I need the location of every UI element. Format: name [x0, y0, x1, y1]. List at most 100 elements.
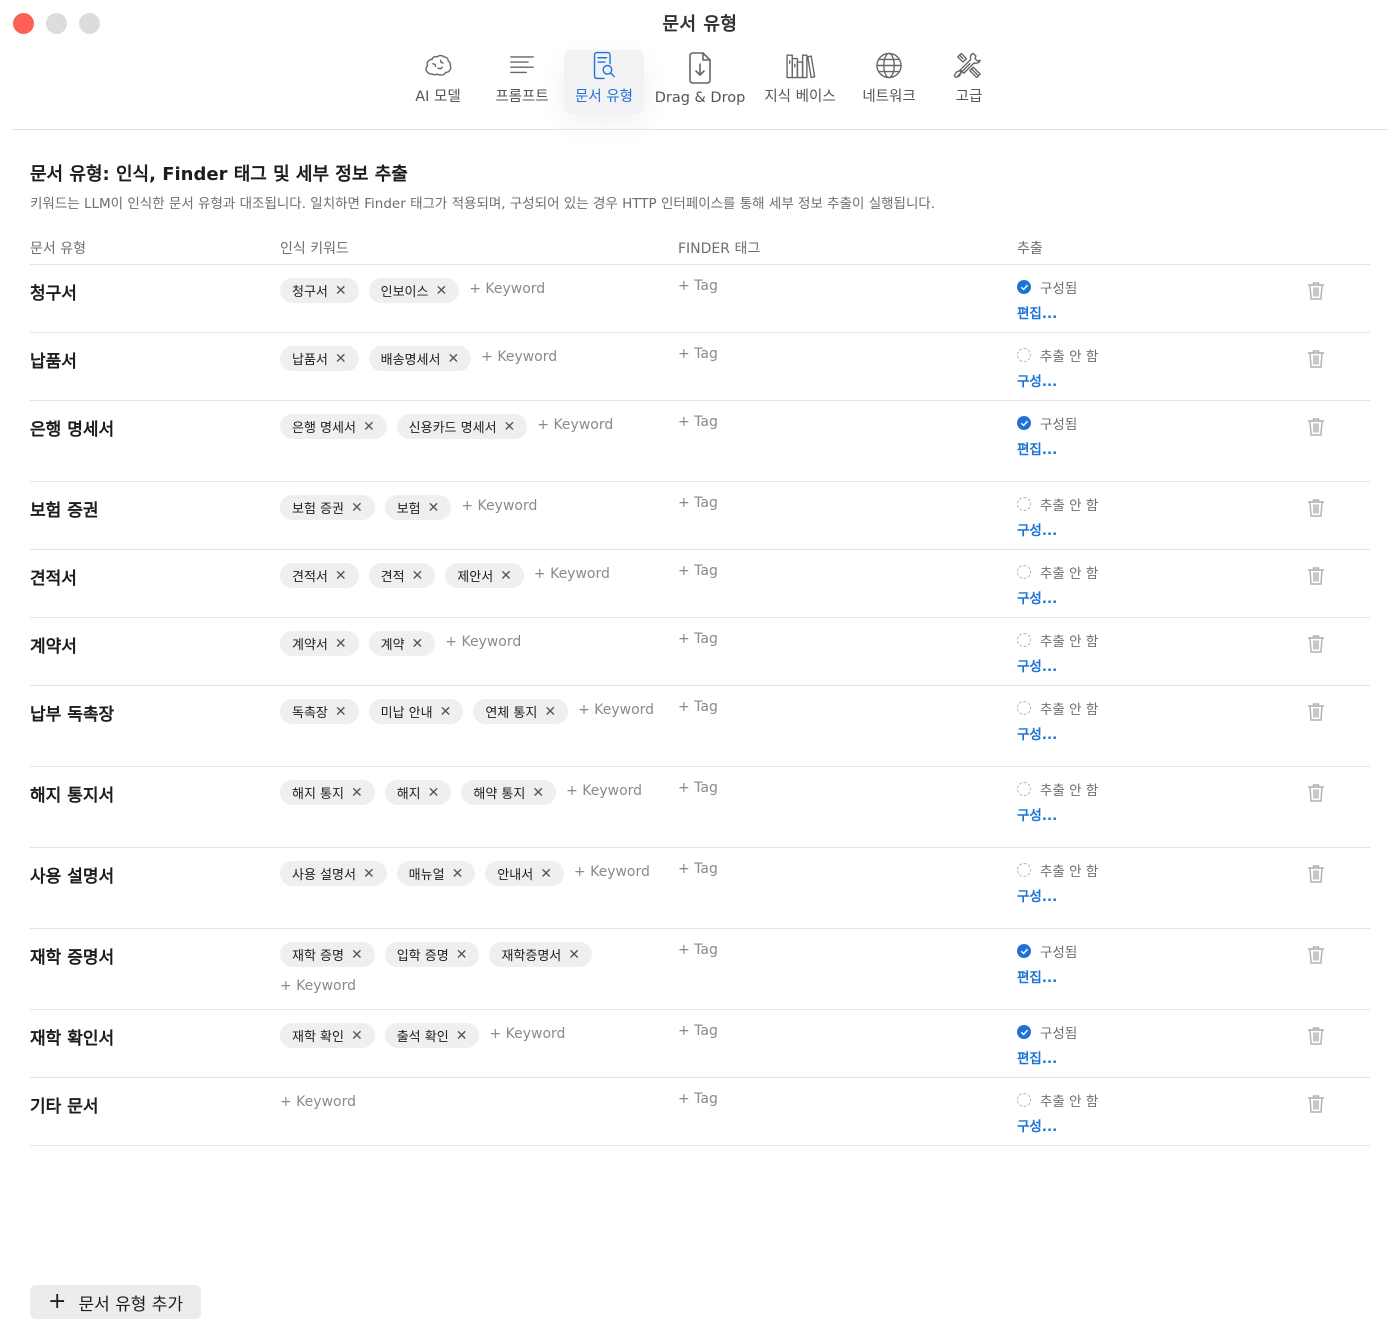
configure-extraction-link[interactable]: 구성... [1017, 1115, 1098, 1135]
remove-keyword-icon[interactable]: ✕ [456, 947, 468, 963]
add-keyword-button[interactable]: + Keyword [280, 1091, 356, 1116]
document-type-name[interactable]: 보험 증권 [30, 496, 98, 521]
document-type-name[interactable]: 견적서 [30, 564, 77, 589]
add-tag-button[interactable]: + Tag [678, 631, 718, 647]
tab-label: 네트워크 [862, 89, 916, 105]
remove-keyword-icon[interactable]: ✕ [335, 704, 347, 720]
add-keyword-button[interactable]: + Keyword [566, 780, 642, 805]
document-type-name[interactable]: 은행 명세서 [30, 415, 114, 440]
remove-keyword-icon[interactable]: ✕ [335, 283, 347, 299]
add-keyword-button[interactable]: + Keyword [481, 346, 557, 371]
add-tag-button[interactable]: + Tag [678, 563, 718, 579]
configure-extraction-link[interactable]: 구성... [1017, 723, 1098, 743]
document-type-name[interactable]: 납품서 [30, 347, 77, 372]
remove-keyword-icon[interactable]: ✕ [435, 283, 447, 299]
tab-drag-drop[interactable]: Drag & Drop [648, 50, 752, 114]
remove-keyword-icon[interactable]: ✕ [351, 1028, 363, 1044]
document-type-name[interactable]: 청구서 [30, 279, 77, 304]
tab-knowledge-base[interactable]: 지식 베이스 [756, 50, 844, 114]
edit-extraction-link[interactable]: 편집... [1017, 438, 1077, 458]
add-keyword-button[interactable]: + Keyword [469, 278, 545, 303]
add-document-type-button[interactable]: + 문서 유형 추가 [30, 1285, 202, 1319]
extraction-status: 추출 안 함 [1017, 346, 1098, 365]
trash-icon[interactable] [1307, 1026, 1325, 1046]
document-type-name[interactable]: 해지 통지서 [30, 781, 114, 806]
trash-icon[interactable] [1307, 566, 1325, 586]
tab-document-types[interactable]: 문서 유형 [564, 50, 644, 114]
edit-extraction-link[interactable]: 편집... [1017, 1047, 1077, 1067]
remove-keyword-icon[interactable]: ✕ [500, 568, 512, 584]
trash-icon[interactable] [1307, 783, 1325, 803]
add-tag-button[interactable]: + Tag [678, 1091, 718, 1107]
add-tag-button[interactable]: + Tag [678, 780, 718, 796]
document-type-name[interactable]: 재학 확인서 [30, 1024, 114, 1049]
trash-icon[interactable] [1307, 634, 1325, 654]
document-type-name[interactable]: 계약서 [30, 632, 77, 657]
remove-keyword-icon[interactable]: ✕ [412, 636, 424, 652]
document-type-name[interactable]: 사용 설명서 [30, 862, 114, 887]
remove-keyword-icon[interactable]: ✕ [335, 636, 347, 652]
remove-keyword-icon[interactable]: ✕ [335, 351, 347, 367]
add-tag-button[interactable]: + Tag [678, 278, 718, 294]
configure-extraction-link[interactable]: 구성... [1017, 885, 1098, 905]
add-keyword-button[interactable]: + Keyword [574, 861, 650, 886]
remove-keyword-icon[interactable]: ✕ [363, 866, 375, 882]
table-row: 사용 설명서 사용 설명서 ✕ 매뉴얼 ✕ 안내서 ✕ + Keyword + Tag 추출 안 … [30, 848, 1370, 929]
add-tag-button[interactable]: + Tag [678, 861, 718, 877]
configure-extraction-link[interactable]: 구성... [1017, 370, 1098, 390]
remove-keyword-icon[interactable]: ✕ [428, 785, 440, 801]
remove-keyword-icon[interactable]: ✕ [351, 500, 363, 516]
configure-extraction-link[interactable]: 구성... [1017, 519, 1098, 539]
add-keyword-button[interactable]: + Keyword [280, 975, 356, 1000]
trash-icon[interactable] [1307, 1094, 1325, 1114]
remove-keyword-icon[interactable]: ✕ [504, 419, 516, 435]
edit-extraction-link[interactable]: 편집... [1017, 966, 1077, 986]
add-keyword-button[interactable]: + Keyword [534, 563, 610, 588]
remove-keyword-icon[interactable]: ✕ [440, 704, 452, 720]
remove-keyword-icon[interactable]: ✕ [335, 568, 347, 584]
add-keyword-button[interactable]: + Keyword [578, 699, 654, 724]
remove-keyword-icon[interactable]: ✕ [540, 866, 552, 882]
add-keyword-button[interactable]: + Keyword [445, 631, 521, 656]
remove-keyword-icon[interactable]: ✕ [568, 947, 580, 963]
tab-advanced[interactable]: 고급 [934, 50, 1004, 114]
tab-network[interactable]: 네트워크 [848, 50, 930, 114]
document-type-name[interactable]: 기타 문서 [30, 1092, 98, 1117]
document-type-name[interactable]: 재학 증명서 [30, 943, 114, 968]
remove-keyword-icon[interactable]: ✕ [456, 1028, 468, 1044]
remove-keyword-icon[interactable]: ✕ [452, 866, 464, 882]
tab-prompt[interactable]: 프롬프트 [484, 50, 560, 114]
configure-extraction-link[interactable]: 구성... [1017, 587, 1098, 607]
add-tag-button[interactable]: + Tag [678, 1023, 718, 1039]
add-keyword-button[interactable]: + Keyword [461, 495, 537, 520]
remove-keyword-icon[interactable]: ✕ [351, 947, 363, 963]
tab-ai-model[interactable]: AI 모델 [396, 50, 480, 114]
edit-extraction-link[interactable]: 편집... [1017, 302, 1077, 322]
trash-icon[interactable] [1307, 702, 1325, 722]
remove-keyword-icon[interactable]: ✕ [363, 419, 375, 435]
remove-keyword-icon[interactable]: ✕ [532, 785, 544, 801]
add-tag-button[interactable]: + Tag [678, 699, 718, 715]
remove-keyword-icon[interactable]: ✕ [428, 500, 440, 516]
add-keyword-button[interactable]: + Keyword [489, 1023, 565, 1048]
keyword-chip: 신용카드 명세서 ✕ [396, 414, 528, 439]
document-download-icon [689, 52, 711, 84]
trash-icon[interactable] [1307, 417, 1325, 437]
add-keyword-button[interactable]: + Keyword [537, 414, 613, 439]
remove-keyword-icon[interactable]: ✕ [447, 351, 459, 367]
remove-keyword-icon[interactable]: ✕ [351, 785, 363, 801]
trash-icon[interactable] [1307, 498, 1325, 518]
document-type-name[interactable]: 납부 독촉장 [30, 700, 114, 725]
trash-icon[interactable] [1307, 349, 1325, 369]
trash-icon[interactable] [1307, 945, 1325, 965]
add-tag-button[interactable]: + Tag [678, 942, 718, 958]
trash-icon[interactable] [1307, 281, 1325, 301]
add-tag-button[interactable]: + Tag [678, 346, 718, 362]
configure-extraction-link[interactable]: 구성... [1017, 804, 1098, 824]
add-tag-button[interactable]: + Tag [678, 414, 718, 430]
remove-keyword-icon[interactable]: ✕ [544, 704, 556, 720]
configure-extraction-link[interactable]: 구성... [1017, 655, 1098, 675]
remove-keyword-icon[interactable]: ✕ [412, 568, 424, 584]
trash-icon[interactable] [1307, 864, 1325, 884]
add-tag-button[interactable]: + Tag [678, 495, 718, 511]
